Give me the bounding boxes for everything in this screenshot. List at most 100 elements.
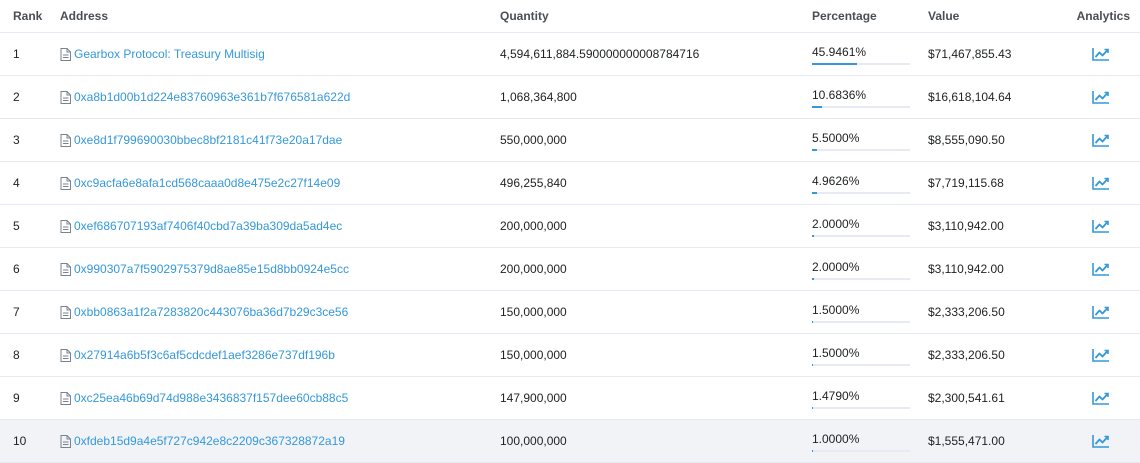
chart-icon[interactable] (1092, 176, 1110, 190)
chart-icon[interactable] (1092, 391, 1110, 405)
quantity-cell: 150,000,000 (500, 348, 567, 362)
address-cell: 0xfdeb15d9a4e5f727c942e8c2209c367328872a… (60, 434, 500, 448)
chart-icon[interactable] (1092, 305, 1110, 319)
value-cell: $2,333,206.50 (928, 348, 1005, 362)
percentage-bar-fill (812, 149, 818, 151)
percentage-cell: 10.6836% (812, 86, 928, 108)
percentage-cell: 1.4790% (812, 387, 928, 409)
address-cell: 0xbb0863a1f2a7283820c443076ba36d7b29c3ce… (60, 305, 500, 319)
quantity-cell: 150,000,000 (500, 305, 567, 319)
analytics-cell (1062, 47, 1140, 61)
address-link[interactable]: 0xef686707193af7406f40cbd7a39ba309da5ad4… (74, 219, 342, 233)
percentage-bar-fill (812, 450, 814, 452)
chart-icon[interactable] (1092, 434, 1110, 448)
address-link[interactable]: Gearbox Protocol: Treasury Multisig (74, 47, 265, 61)
value-cell: $3,110,942.00 (928, 262, 1004, 276)
chart-icon[interactable] (1092, 219, 1110, 233)
analytics-cell (1062, 348, 1140, 362)
percentage-bar (812, 321, 910, 323)
percentage-bar (812, 278, 910, 280)
quantity-cell: 496,255,840 (500, 176, 567, 190)
document-icon (60, 348, 71, 362)
document-icon (60, 176, 71, 190)
rank-cell: 1 (13, 47, 20, 61)
value-cell: $2,300,541.61 (928, 391, 1005, 405)
rank-cell: 10 (13, 434, 27, 448)
value-cell: $7,719,115.68 (928, 176, 1004, 190)
percentage-text: 4.9626% (812, 174, 860, 188)
quantity-cell: 550,000,000 (500, 133, 567, 147)
percentage-bar (812, 149, 910, 151)
address-link[interactable]: 0xc9acfa6e8afa1cd568caaa0d8e475e2c27f14e… (74, 176, 340, 190)
percentage-cell: 45.9461% (812, 43, 928, 65)
value-cell: $1,555,471.00 (928, 434, 1005, 448)
value-cell: $2,333,206.50 (928, 305, 1005, 319)
chart-icon[interactable] (1092, 348, 1110, 362)
header-analytics: Analytics (1076, 9, 1130, 23)
value-cell: $71,467,855.43 (928, 47, 1012, 61)
percentage-text: 2.0000% (812, 260, 860, 274)
quantity-cell: 200,000,000 (500, 219, 567, 233)
percentage-text: 5.5000% (812, 131, 860, 145)
percentage-text: 10.6836% (812, 88, 867, 102)
table-row: 10 0xfdeb15d9a4e5f727c942e8c2209c3673288… (0, 420, 1140, 463)
percentage-bar (812, 192, 910, 194)
rank-cell: 9 (13, 391, 20, 405)
header-rank: Rank (13, 9, 43, 23)
chart-icon[interactable] (1092, 90, 1110, 104)
rank-cell: 6 (13, 262, 20, 276)
percentage-cell: 2.0000% (812, 215, 928, 237)
percentage-bar-fill (812, 407, 814, 409)
analytics-cell (1062, 434, 1140, 448)
document-icon (60, 434, 71, 448)
address-link[interactable]: 0x990307a7f5902975379d8ae85e15d8bb0924e5… (74, 262, 349, 276)
table-row: 5 0xef686707193af7406f40cbd7a39ba309da5a… (0, 205, 1140, 248)
address-link[interactable]: 0xe8d1f799690030bbec8bf2181c41f73e20a17d… (74, 133, 342, 147)
address-link[interactable]: 0xfdeb15d9a4e5f727c942e8c2209c367328872a… (74, 434, 345, 448)
percentage-text: 2.0000% (812, 217, 860, 231)
document-icon (60, 90, 71, 104)
analytics-cell (1062, 133, 1140, 147)
quantity-cell: 1,068,364,800 (500, 90, 577, 104)
rank-cell: 8 (13, 348, 20, 362)
table-row: 1 Gearbox Protocol: Treasury Multisig 4,… (0, 33, 1140, 76)
document-icon (60, 133, 71, 147)
rank-cell: 4 (13, 176, 20, 190)
document-icon (60, 391, 71, 405)
percentage-bar-fill (812, 192, 817, 194)
table-row: 7 0xbb0863a1f2a7283820c443076ba36d7b29c3… (0, 291, 1140, 334)
address-link[interactable]: 0xbb0863a1f2a7283820c443076ba36d7b29c3ce… (74, 305, 348, 319)
percentage-bar (812, 235, 910, 237)
percentage-bar-fill (812, 106, 823, 108)
document-icon (60, 47, 71, 61)
analytics-cell (1062, 391, 1140, 405)
percentage-bar-fill (812, 321, 814, 323)
percentage-bar (812, 364, 910, 366)
table-row: 9 0xc25ea46b69d74d988e3436837f157dee60cb… (0, 377, 1140, 420)
percentage-cell: 1.5000% (812, 344, 928, 366)
rank-cell: 5 (13, 219, 20, 233)
chart-icon[interactable] (1092, 262, 1110, 276)
percentage-cell: 1.5000% (812, 301, 928, 323)
quantity-cell: 147,900,000 (500, 391, 567, 405)
table-header: Rank Address Quantity Percentage Value A… (0, 0, 1140, 33)
percentage-text: 1.5000% (812, 303, 860, 317)
document-icon (60, 305, 71, 319)
percentage-bar-fill (812, 364, 814, 366)
percentage-bar-fill (812, 278, 814, 280)
address-link[interactable]: 0xa8b1d00b1d224e83760963e361b7f676581a62… (74, 90, 350, 104)
chart-icon[interactable] (1092, 133, 1110, 147)
value-cell: $3,110,942.00 (928, 219, 1004, 233)
address-link[interactable]: 0xc25ea46b69d74d988e3436837f157dee60cb88… (74, 391, 348, 405)
analytics-cell (1062, 262, 1140, 276)
value-cell: $8,555,090.50 (928, 133, 1005, 147)
percentage-cell: 2.0000% (812, 258, 928, 280)
chart-icon[interactable] (1092, 47, 1110, 61)
document-icon (60, 219, 71, 233)
percentage-cell: 1.0000% (812, 430, 928, 452)
address-cell: 0xc25ea46b69d74d988e3436837f157dee60cb88… (60, 391, 500, 405)
address-cell: 0xef686707193af7406f40cbd7a39ba309da5ad4… (60, 219, 500, 233)
percentage-cell: 5.5000% (812, 129, 928, 151)
address-link[interactable]: 0x27914a6b5f3c6af5cdcdef1aef3286e737df19… (74, 348, 335, 362)
address-cell: 0xc9acfa6e8afa1cd568caaa0d8e475e2c27f14e… (60, 176, 500, 190)
